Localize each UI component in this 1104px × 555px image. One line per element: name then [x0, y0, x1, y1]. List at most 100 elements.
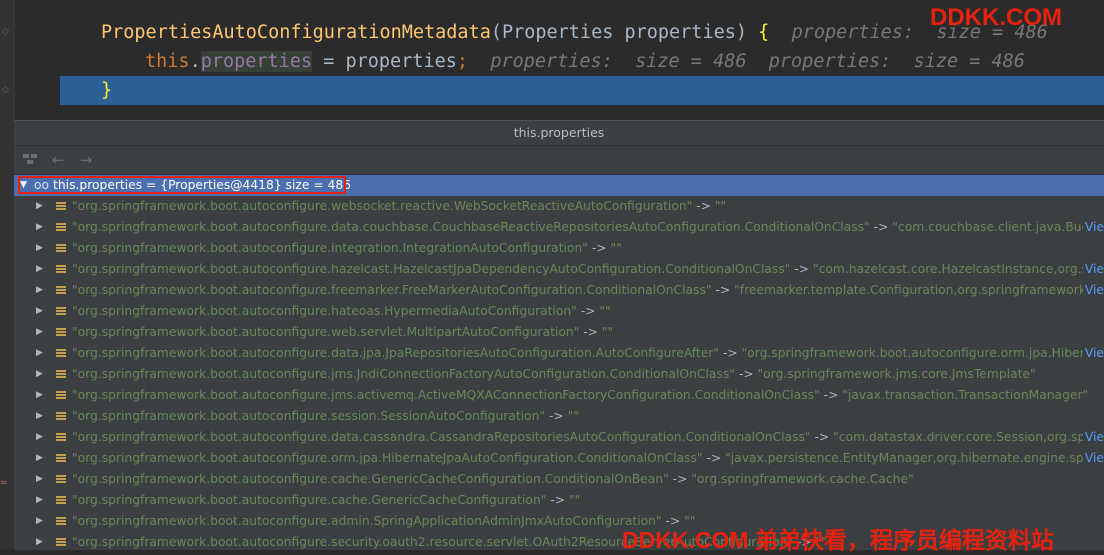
entry-value: "": [714, 199, 727, 213]
table-row[interactable]: ▶ "org.springframework.boot.autoconfigure…: [14, 343, 1104, 364]
map-entry-icon: [56, 286, 66, 296]
view-link[interactable]: Vie: [1082, 448, 1104, 469]
expand-arrow-icon[interactable]: ▶: [36, 490, 43, 511]
map-entry-icon: [56, 517, 66, 527]
fold-marker-icon[interactable]: ◇: [2, 28, 11, 37]
expand-arrow-icon[interactable]: ▶: [36, 196, 43, 217]
entry-value: "com.hazelcast.core.HazelcastInstance,or…: [812, 262, 1104, 276]
entry-value: "com.datastax.driver.core.Session,org.sp…: [833, 430, 1104, 444]
entry-key: "org.springframework.boot.autoconfigure.…: [72, 304, 577, 318]
expand-arrow-icon[interactable]: ▶: [36, 469, 43, 490]
entry-value: "": [601, 325, 614, 339]
expand-arrow-icon[interactable]: ▶: [36, 238, 43, 259]
entry-value: "org.springframework.jms.core.JmsTemplat…: [757, 367, 1036, 381]
entry-arrow: ->: [576, 304, 600, 318]
entry-value: "javax.persistence.EntityManager,org.hib…: [725, 451, 1104, 465]
tree-root-row[interactable]: ▼ oo this.properties = {Properties@4418} …: [14, 175, 1104, 196]
table-row[interactable]: ▶ "org.springframework.boot.autoconfigure…: [14, 490, 1104, 511]
map-entry-icon: [56, 370, 66, 380]
table-row[interactable]: ▶ "org.springframework.boot.autoconfigure…: [14, 259, 1104, 280]
table-row[interactable]: ▶ "org.springframework.boot.autoconfigure…: [14, 217, 1104, 238]
map-entry-icon: [56, 328, 66, 338]
view-link[interactable]: Vie: [1082, 280, 1104, 301]
entry-key: "org.springframework.boot.autoconfigure.…: [72, 388, 820, 402]
entry-value: "": [567, 409, 579, 423]
editor-gutter: ◇ ◇ =: [0, 0, 14, 549]
entry-arrow: ->: [810, 430, 834, 444]
watermark: DDKK.COM: [930, 4, 1062, 31]
inline-debug-hint: properties: size = 486 properties: size …: [490, 51, 1025, 72]
table-row[interactable]: ▶ "org.springframework.boot.autoconfigure…: [14, 469, 1104, 490]
tree-view-icon[interactable]: [22, 151, 38, 169]
expand-arrow-icon[interactable]: ▶: [36, 322, 43, 343]
entry-key: "org.springframework.boot.autoconfigure.…: [72, 409, 546, 423]
table-row[interactable]: ▶ "org.springframework.boot.autoconfigure…: [14, 448, 1104, 469]
table-row[interactable]: ▶ "org.springframework.boot.autoconfigure…: [14, 364, 1104, 385]
map-entry-icon: [56, 433, 66, 443]
entry-value: "": [568, 493, 581, 507]
table-row[interactable]: ▶ "org.springframework.boot.autoconfigure…: [14, 280, 1104, 301]
fold-marker-icon[interactable]: ◇: [2, 86, 11, 95]
expand-arrow-icon[interactable]: ▶: [36, 448, 43, 469]
entry-key: "org.springframework.boot.autoconfigure.…: [72, 262, 791, 276]
current-execution-line: }: [60, 76, 1104, 105]
entry-value: "": [610, 241, 622, 255]
expand-arrow-icon[interactable]: ▶: [36, 280, 43, 301]
entry-key: "org.springframework.boot.autoconfigure.…: [72, 472, 669, 486]
entry-arrow: ->: [734, 367, 758, 381]
expand-arrow-icon[interactable]: ▶: [36, 259, 43, 280]
expand-arrow-icon[interactable]: ▶: [36, 217, 43, 238]
table-row[interactable]: ▶ "org.springframework.boot.autoconfigure…: [14, 238, 1104, 259]
method-params: (Properties properties): [490, 22, 759, 43]
table-row[interactable]: ▶ "org.springframework.boot.autoconfigure…: [14, 406, 1104, 427]
table-row[interactable]: ▶ "org.springframework.boot.autoconfigure…: [14, 301, 1104, 322]
code-line-assignment: this.properties = properties; properties…: [145, 47, 1104, 76]
map-entry-icon: [56, 265, 66, 275]
expand-arrow-icon[interactable]: ▶: [36, 385, 43, 406]
map-entry-icon: [56, 475, 66, 485]
table-row[interactable]: ▶ "org.springframework.boot.autoconfigure…: [14, 385, 1104, 406]
entry-value: "": [599, 304, 611, 318]
entry-key: "org.springframework.boot.autoconfigure.…: [72, 283, 712, 297]
entry-arrow: ->: [587, 241, 611, 255]
view-link[interactable]: Vie: [1082, 343, 1104, 364]
popup-toolbar: ← →: [14, 146, 1104, 175]
table-row[interactable]: ▶ "org.springframework.boot.autoconfigure…: [14, 322, 1104, 343]
entry-key: "org.springframework.boot.autoconfigure.…: [72, 220, 870, 234]
expand-arrow-icon[interactable]: ▶: [36, 532, 43, 553]
expand-arrow-icon[interactable]: ▶: [36, 301, 43, 322]
expand-arrow-icon[interactable]: ▶: [36, 406, 43, 427]
view-link[interactable]: Vie: [1082, 259, 1104, 280]
properties-field[interactable]: properties: [200, 51, 313, 72]
map-entry-icon: [56, 223, 66, 233]
entry-key: "org.springframework.boot.autoconfigure.…: [72, 451, 703, 465]
entry-arrow: ->: [545, 409, 568, 423]
close-brace: }: [101, 80, 113, 101]
expand-arrow-icon[interactable]: ▶: [36, 427, 43, 448]
entry-key: "org.springframework.boot.autoconfigure.…: [72, 430, 811, 444]
evaluate-popup: this.properties ← → ▼ oo this.properties …: [14, 120, 1104, 550]
table-row[interactable]: ▶ "org.springframework.boot.autoconfigure…: [14, 427, 1104, 448]
entry-value: "javax.transaction.TransactionManager": [842, 388, 1089, 402]
view-link[interactable]: Vie: [1082, 217, 1104, 238]
map-entry-icon: [56, 391, 66, 401]
back-button[interactable]: ←: [50, 151, 66, 169]
forward-button[interactable]: →: [78, 151, 94, 169]
entry-key: "org.springframework.boot.autoconfigure.…: [72, 514, 662, 528]
semicolon: ;: [456, 51, 469, 72]
map-entry-icon: [56, 496, 66, 506]
method-name: PropertiesAutoConfigurationMetadata: [101, 22, 491, 43]
entry-arrow: ->: [668, 472, 692, 486]
map-entry-icon: [56, 244, 66, 254]
watermark-bottom: DDKK.COM 弟弟快看，程序员编程资料站: [622, 527, 1054, 553]
table-row[interactable]: ▶ "org.springframework.boot.autoconfigure…: [14, 196, 1104, 217]
expand-arrow-icon[interactable]: ▶: [36, 364, 43, 385]
map-entry-icon: [56, 349, 66, 359]
view-link[interactable]: Vie: [1082, 427, 1104, 448]
entry-value: "com.couchbase.client.java.Bucket,reac..…: [892, 220, 1104, 234]
dot-operator: .: [189, 51, 201, 72]
entry-key: "org.springframework.boot.autoconfigure.…: [72, 241, 588, 255]
expand-arrow-icon[interactable]: ▶: [36, 511, 43, 532]
map-entry-icon: [56, 307, 66, 317]
expand-arrow-icon[interactable]: ▶: [36, 343, 43, 364]
